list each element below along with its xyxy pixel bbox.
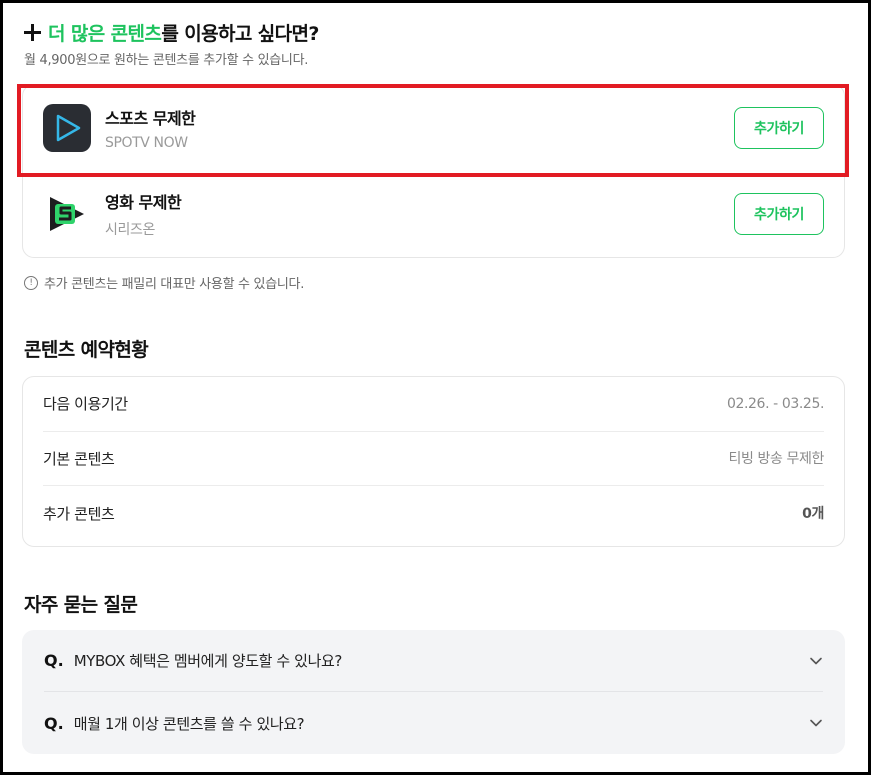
faq-q-prefix: Q. bbox=[44, 651, 64, 670]
addon-list: 스포츠 무제한 SPOTV NOW 추가하기 영화 무제한 시리즈온 추가하기 bbox=[22, 84, 845, 258]
faq-q-prefix: Q. bbox=[44, 713, 64, 733]
faq-title: 자주 묻는 질문 bbox=[24, 594, 138, 616]
reservation-value: 티빙 방송 무제한 bbox=[728, 451, 825, 468]
reservation-value: 0개 bbox=[802, 506, 824, 523]
promo-title-rest: 를 이용하고 싶다면? bbox=[161, 22, 319, 45]
faq-question: 매월 1개 이상 콘텐츠를 쓸 수 있나요? bbox=[73, 714, 305, 733]
reservation-row: 기본 콘텐츠 티빙 방송 무제한 bbox=[43, 432, 825, 486]
reservation-label: 추가 콘텐츠 bbox=[43, 504, 115, 523]
addon-item-movies: 영화 무제한 시리즈온 추가하기 bbox=[23, 171, 844, 257]
spotv-play-icon bbox=[43, 104, 91, 152]
faq-question: MYBOX 혜택은 멤버에게 양도할 수 있나요? bbox=[73, 652, 343, 670]
addon-name: 영화 무제한 bbox=[105, 193, 182, 212]
chevron-down-icon[interactable] bbox=[809, 716, 823, 730]
addon-provider: SPOTV NOW bbox=[105, 135, 188, 151]
reservation-row: 다음 이용기간 02.26. - 03.25. bbox=[43, 377, 824, 432]
plus-icon bbox=[24, 23, 41, 41]
notice: ! 추가 콘텐츠는 패밀리 대표만 사용할 수 있습니다. bbox=[24, 273, 304, 292]
reservation-label: 다음 이용기간 bbox=[43, 395, 128, 414]
promo-subtitle: 월 4,900원으로 원하는 콘텐츠를 추가할 수 있습니다. bbox=[24, 53, 309, 68]
add-sports-button[interactable]: 추가하기 bbox=[734, 107, 824, 149]
reservation-label: 기본 콘텐츠 bbox=[43, 449, 115, 468]
faq-item[interactable]: Q. 매월 1개 이상 콘텐츠를 쓸 수 있나요? bbox=[44, 692, 823, 754]
reservation-title: 콘텐츠 예약현황 bbox=[24, 339, 149, 361]
reservation-card: 다음 이용기간 02.26. - 03.25. 기본 콘텐츠 티빙 방송 무제한… bbox=[22, 376, 845, 547]
addon-provider: 시리즈온 bbox=[105, 222, 155, 238]
faq-item[interactable]: Q. MYBOX 혜택은 멤버에게 양도할 수 있나요? bbox=[44, 630, 823, 692]
reservation-value: 02.26. - 03.25. bbox=[726, 395, 824, 412]
chevron-down-icon[interactable] bbox=[809, 654, 823, 668]
addon-name: 스포츠 무제한 bbox=[105, 109, 196, 128]
add-movies-button[interactable]: 추가하기 bbox=[734, 193, 824, 235]
serieson-logo-icon bbox=[43, 190, 91, 238]
addon-item-sports: 스포츠 무제한 SPOTV NOW 추가하기 bbox=[23, 85, 844, 171]
faq-list: Q. MYBOX 혜택은 멤버에게 양도할 수 있나요? Q. 매월 1개 이상… bbox=[22, 630, 845, 754]
promo-title-highlight: 더 많은 콘텐츠 bbox=[48, 22, 162, 45]
info-icon: ! bbox=[24, 275, 38, 290]
notice-text: 추가 콘텐츠는 패밀리 대표만 사용할 수 있습니다. bbox=[44, 277, 305, 292]
reservation-row: 추가 콘텐츠 0개 bbox=[43, 486, 824, 541]
promo-header: 더 많은 콘텐츠 를 이용하고 싶다면? 월 4,900원으로 원하는 콘텐츠를 … bbox=[24, 18, 319, 68]
promo-title: 더 많은 콘텐츠 를 이용하고 싶다면? bbox=[24, 18, 319, 46]
